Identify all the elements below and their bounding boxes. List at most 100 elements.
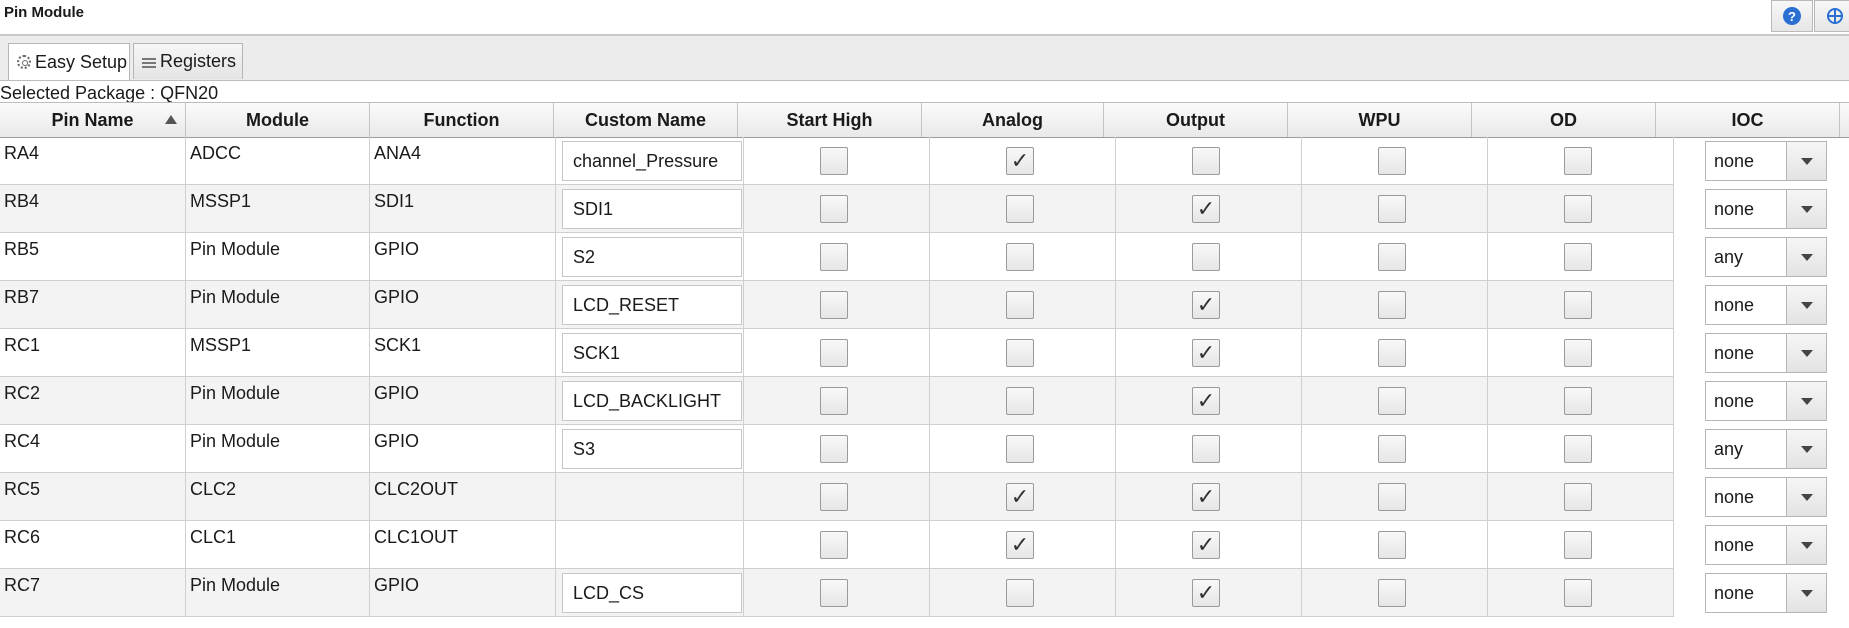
start-high-checkbox[interactable]: ✓ bbox=[820, 531, 848, 559]
ioc-dropdown-button[interactable] bbox=[1786, 334, 1826, 372]
ioc-dropdown-button[interactable] bbox=[1786, 142, 1826, 180]
ioc-select[interactable]: none bbox=[1705, 525, 1827, 565]
table-row[interactable]: RB5Pin ModuleGPIOS2 ✓ ✓ ✓ ✓ ✓ any bbox=[0, 233, 1849, 281]
tab-registers[interactable]: Registers bbox=[133, 43, 243, 79]
od-checkbox[interactable]: ✓ bbox=[1564, 579, 1592, 607]
analog-checkbox[interactable]: ✓ bbox=[1006, 147, 1034, 175]
start-high-checkbox[interactable]: ✓ bbox=[820, 147, 848, 175]
ioc-select[interactable]: none bbox=[1705, 477, 1827, 517]
start-high-checkbox[interactable]: ✓ bbox=[820, 195, 848, 223]
ioc-dropdown-button[interactable] bbox=[1786, 526, 1826, 564]
ioc-dropdown-button[interactable] bbox=[1786, 190, 1826, 228]
output-checkbox[interactable]: ✓ bbox=[1192, 483, 1220, 511]
custom-name-input[interactable]: SDI1 bbox=[562, 189, 742, 229]
start-high-checkbox[interactable]: ✓ bbox=[820, 483, 848, 511]
wpu-checkbox[interactable]: ✓ bbox=[1378, 531, 1406, 559]
output-checkbox[interactable]: ✓ bbox=[1192, 195, 1220, 223]
ioc-select[interactable]: any bbox=[1705, 429, 1827, 469]
od-checkbox[interactable]: ✓ bbox=[1564, 435, 1592, 463]
output-checkbox[interactable]: ✓ bbox=[1192, 291, 1220, 319]
start-high-checkbox[interactable]: ✓ bbox=[820, 579, 848, 607]
ioc-select[interactable]: none bbox=[1705, 285, 1827, 325]
wpu-checkbox[interactable]: ✓ bbox=[1378, 483, 1406, 511]
ioc-select[interactable]: none bbox=[1705, 141, 1827, 181]
wpu-checkbox[interactable]: ✓ bbox=[1378, 339, 1406, 367]
output-checkbox[interactable]: ✓ bbox=[1192, 435, 1220, 463]
ioc-dropdown-button[interactable] bbox=[1786, 478, 1826, 516]
table-row[interactable]: RA4ADCCANA4channel_Pressure ✓ ✓ ✓ ✓ ✓ none bbox=[0, 137, 1849, 185]
wpu-checkbox[interactable]: ✓ bbox=[1378, 579, 1406, 607]
ioc-select[interactable]: none bbox=[1705, 189, 1827, 229]
table-row[interactable]: RB4MSSP1SDI1SDI1✓✓✓✓✓none bbox=[0, 185, 1849, 233]
analog-checkbox[interactable]: ✓ bbox=[1006, 195, 1034, 223]
od-checkbox[interactable]: ✓ bbox=[1564, 291, 1592, 319]
custom-name-input[interactable]: S3 bbox=[562, 429, 742, 469]
analog-checkbox[interactable]: ✓ bbox=[1006, 435, 1034, 463]
wpu-checkbox[interactable]: ✓ bbox=[1378, 147, 1406, 175]
output-checkbox[interactable]: ✓ bbox=[1192, 531, 1220, 559]
start-high-checkbox[interactable]: ✓ bbox=[820, 243, 848, 271]
output-checkbox[interactable]: ✓ bbox=[1192, 579, 1220, 607]
wpu-checkbox[interactable]: ✓ bbox=[1378, 291, 1406, 319]
ioc-dropdown-button[interactable] bbox=[1786, 286, 1826, 324]
output-checkbox[interactable]: ✓ bbox=[1192, 339, 1220, 367]
custom-name-input[interactable]: channel_Pressure bbox=[562, 141, 742, 181]
table-row[interactable]: RC7Pin ModuleGPIOLCD_CS ✓ ✓ ✓ ✓ ✓ none bbox=[0, 569, 1849, 617]
table-row[interactable]: RB7Pin ModuleGPIOLCD_RESET ✓ ✓ ✓ ✓ ✓ none bbox=[0, 281, 1849, 329]
od-checkbox[interactable]: ✓ bbox=[1564, 531, 1592, 559]
column-header-wpu[interactable]: WPU bbox=[1288, 103, 1472, 137]
column-header-custom-name[interactable]: Custom Name bbox=[554, 103, 738, 137]
custom-name-input[interactable]: S2 bbox=[562, 237, 742, 277]
table-row[interactable]: RC5CLC2CLC2OUT ✓ ✓ ✓ ✓ ✓ none bbox=[0, 473, 1849, 521]
ioc-select[interactable]: none bbox=[1705, 381, 1827, 421]
wpu-checkbox[interactable]: ✓ bbox=[1378, 387, 1406, 415]
globe-button[interactable] bbox=[1814, 0, 1849, 32]
start-high-checkbox[interactable]: ✓ bbox=[820, 435, 848, 463]
od-checkbox[interactable]: ✓ bbox=[1564, 147, 1592, 175]
output-checkbox[interactable]: ✓ bbox=[1192, 243, 1220, 271]
column-header-pin-name[interactable]: Pin Name bbox=[0, 103, 186, 137]
wpu-checkbox[interactable]: ✓ bbox=[1378, 195, 1406, 223]
ioc-dropdown-button[interactable] bbox=[1786, 430, 1826, 468]
od-checkbox[interactable]: ✓ bbox=[1564, 339, 1592, 367]
analog-checkbox[interactable]: ✓ bbox=[1006, 291, 1034, 319]
tab-easy-setup[interactable]: Easy Setup bbox=[8, 43, 130, 80]
start-high-checkbox[interactable]: ✓ bbox=[820, 339, 848, 367]
analog-checkbox[interactable]: ✓ bbox=[1006, 339, 1034, 367]
ioc-select[interactable]: any bbox=[1705, 237, 1827, 277]
ioc-select[interactable]: none bbox=[1705, 573, 1827, 613]
help-button[interactable]: ? bbox=[1771, 0, 1813, 32]
analog-checkbox[interactable]: ✓ bbox=[1006, 243, 1034, 271]
analog-checkbox[interactable]: ✓ bbox=[1006, 531, 1034, 559]
table-row[interactable]: RC4Pin ModuleGPIOS3 ✓ ✓ ✓ ✓ ✓ any bbox=[0, 425, 1849, 473]
start-high-checkbox[interactable]: ✓ bbox=[820, 387, 848, 415]
output-checkbox[interactable]: ✓ bbox=[1192, 147, 1220, 175]
column-header-start-high[interactable]: Start High bbox=[738, 103, 922, 137]
custom-name-input[interactable]: LCD_BACKLIGHT bbox=[562, 381, 742, 421]
column-header-function[interactable]: Function bbox=[370, 103, 554, 137]
table-row[interactable]: RC6CLC1CLC1OUT ✓ ✓ ✓ ✓ ✓ none bbox=[0, 521, 1849, 569]
output-checkbox[interactable]: ✓ bbox=[1192, 387, 1220, 415]
column-header-output[interactable]: Output bbox=[1104, 103, 1288, 137]
wpu-checkbox[interactable]: ✓ bbox=[1378, 243, 1406, 271]
od-checkbox[interactable]: ✓ bbox=[1564, 195, 1592, 223]
table-row[interactable]: RC2Pin ModuleGPIOLCD_BACKLIGHT ✓ ✓ ✓ ✓ ✓ none bbox=[0, 377, 1849, 425]
column-header-module[interactable]: Module bbox=[186, 103, 370, 137]
table-row[interactable]: RC1MSSP1SCK1SCK1✓✓✓✓✓none bbox=[0, 329, 1849, 377]
column-header-analog[interactable]: Analog bbox=[922, 103, 1104, 137]
ioc-dropdown-button[interactable] bbox=[1786, 382, 1826, 420]
custom-name-input[interactable]: SCK1 bbox=[562, 333, 742, 373]
custom-name-input[interactable]: LCD_CS bbox=[562, 573, 742, 613]
column-header-ioc[interactable]: IOC bbox=[1656, 103, 1840, 137]
start-high-checkbox[interactable]: ✓ bbox=[820, 291, 848, 319]
analog-checkbox[interactable]: ✓ bbox=[1006, 579, 1034, 607]
od-checkbox[interactable]: ✓ bbox=[1564, 387, 1592, 415]
od-checkbox[interactable]: ✓ bbox=[1564, 243, 1592, 271]
column-header-od[interactable]: OD bbox=[1472, 103, 1656, 137]
analog-checkbox[interactable]: ✓ bbox=[1006, 387, 1034, 415]
ioc-dropdown-button[interactable] bbox=[1786, 574, 1826, 612]
ioc-select[interactable]: none bbox=[1705, 333, 1827, 373]
analog-checkbox[interactable]: ✓ bbox=[1006, 483, 1034, 511]
wpu-checkbox[interactable]: ✓ bbox=[1378, 435, 1406, 463]
custom-name-input[interactable]: LCD_RESET bbox=[562, 285, 742, 325]
